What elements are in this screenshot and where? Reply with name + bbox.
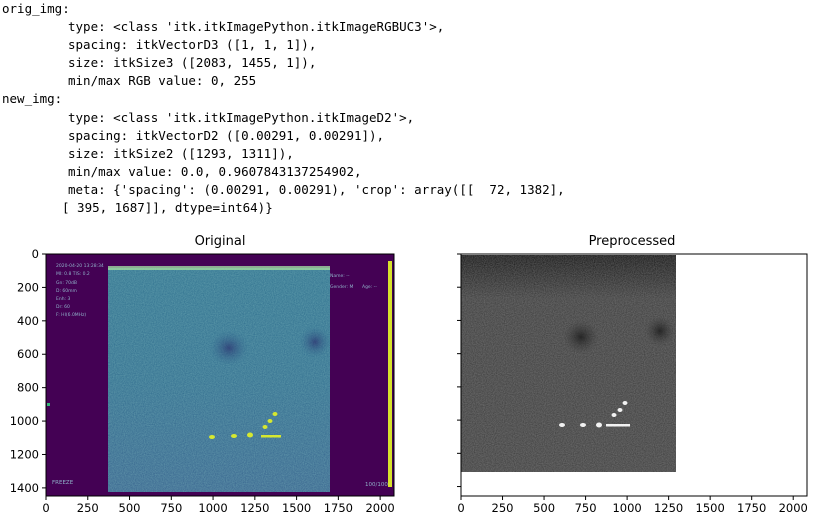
overlay-age: Age: -- <box>362 284 377 290</box>
x-tick-label: 0 <box>42 501 49 515</box>
y-tick-label: 1400 <box>10 481 39 495</box>
x-tick-label: 750 <box>575 501 597 515</box>
x-tick-label: 500 <box>119 501 141 515</box>
x-tick-label: 1250 <box>240 501 269 515</box>
x-tick-label: 750 <box>160 501 182 515</box>
overlay-param: D: 60mm <box>56 288 77 294</box>
overlay-param: Gn: 70dB <box>56 280 77 286</box>
overlay-frame: 100/100 <box>365 482 388 488</box>
lesion-right-grey <box>645 316 675 346</box>
x-tick-label: 500 <box>533 501 555 515</box>
plots-figure: 2020-04-20 13:28:34 MI: 0.8 TIS: 0.2 Gn:… <box>10 247 808 515</box>
y-tick-label: 400 <box>17 314 39 328</box>
overlay-gender: Gender: M <box>330 284 353 290</box>
y-tick-label: 0 <box>32 247 39 261</box>
y-tick-label: 800 <box>17 381 39 395</box>
x-tick-label: 2000 <box>779 501 808 515</box>
x-tick-label: 1500 <box>696 501 725 515</box>
x-tick-label: 1750 <box>737 501 766 515</box>
x-tick-label: 250 <box>492 501 514 515</box>
y-tick-label: 200 <box>17 280 39 294</box>
original-plot: 2020-04-20 13:28:34 MI: 0.8 TIS: 0.2 Gn:… <box>10 247 395 515</box>
overlay-param: Dr: 60 <box>56 304 70 310</box>
y-tick-label: 600 <box>17 347 39 361</box>
overlay-param: MI: 0.8 TIS: 0.2 <box>56 271 90 277</box>
overlay-freeze: FREEZE <box>52 480 74 486</box>
lesion-right <box>299 326 331 358</box>
overlay-param: F: HI(6.0MHz) <box>56 312 86 318</box>
x-tick-label: 2000 <box>365 501 394 515</box>
y-tick-label: 1000 <box>10 414 39 428</box>
overlay-timestamp: 2020-04-20 13:28:34 <box>56 263 104 269</box>
x-tick-label: 1750 <box>324 501 353 515</box>
lesion-left <box>209 330 249 366</box>
y-tick-label: 1200 <box>10 447 39 461</box>
x-tick-label: 0 <box>457 501 464 515</box>
x-tick-label: 1500 <box>282 501 311 515</box>
gain-colorbar <box>388 261 392 487</box>
x-tick-label: 1000 <box>612 501 641 515</box>
x-tick-label: 1000 <box>198 501 227 515</box>
preprocessed-plot: 0 250 500 750 1000 1250 1500 1750 2000 <box>457 253 808 515</box>
lesion-left-grey <box>563 320 599 354</box>
overlay-param: Enh: 3 <box>56 296 70 302</box>
overlay-name: Name: -- <box>330 273 350 279</box>
x-tick-label: 1250 <box>654 501 683 515</box>
x-tick-label: 250 <box>77 501 99 515</box>
